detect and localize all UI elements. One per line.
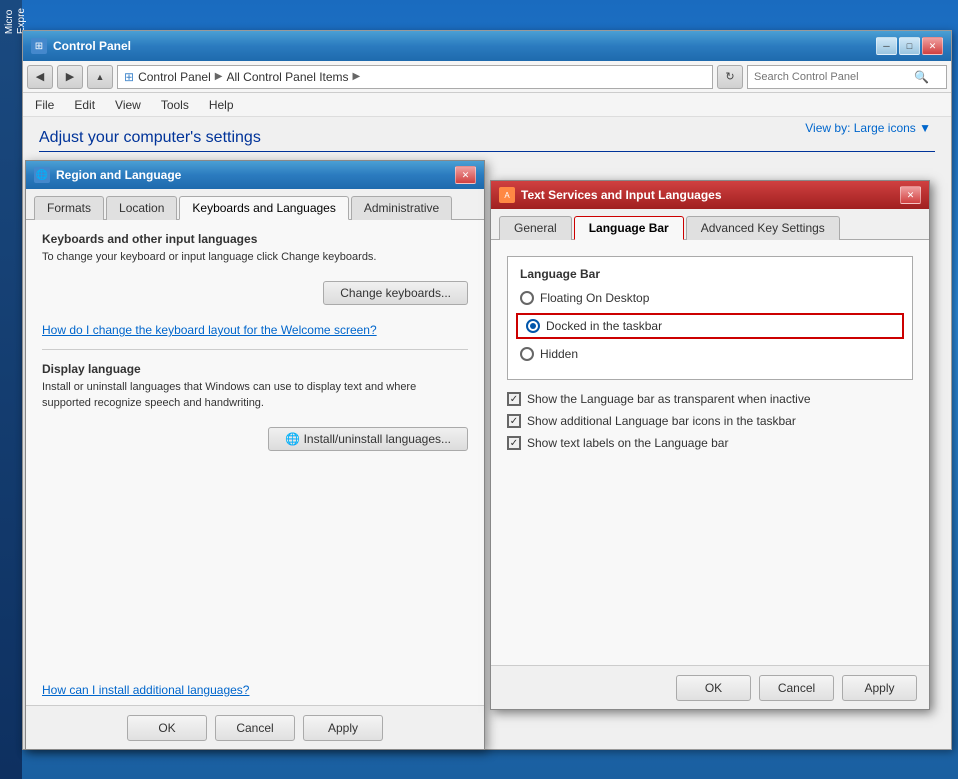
ts-tabs: General Language Bar Advanced Key Settin… — [491, 209, 929, 240]
region-icon: 🌐 — [34, 167, 50, 183]
tab-keyboards[interactable]: Keyboards and Languages — [179, 196, 348, 220]
view-by-label: View by: — [805, 121, 850, 135]
ts-footer: OK Cancel Apply — [491, 665, 929, 709]
cp-minimize-btn[interactable]: ─ — [876, 37, 897, 55]
welcome-screen-link[interactable]: How do I change the keyboard layout for … — [42, 323, 377, 337]
region-cancel-btn[interactable]: Cancel — [215, 715, 295, 741]
left-panel: Micro Expre — [0, 0, 22, 779]
radio-docked-circle[interactable] — [526, 319, 540, 333]
cp-title: Control Panel — [53, 39, 876, 53]
menu-file[interactable]: File — [31, 96, 58, 114]
region-tabs: Formats Location Keyboards and Languages… — [26, 189, 484, 220]
keyboards-section-desc: To change your keyboard or input languag… — [42, 250, 468, 265]
cp-addressbar: ◀ ▶ ▲ ⊞ Control Panel ▶ All Control Pane… — [23, 61, 951, 93]
display-lang-title: Display language — [42, 362, 468, 376]
keyboards-section-title: Keyboards and other input languages — [42, 232, 468, 246]
breadcrumb-part2[interactable]: All Control Panel Items — [226, 70, 348, 84]
ts-tab-language-bar[interactable]: Language Bar — [574, 216, 684, 240]
cp-maximize-btn[interactable]: □ — [899, 37, 920, 55]
cp-icon: ⊞ — [31, 38, 47, 54]
ts-icon: A — [499, 187, 515, 203]
cp-menubar: File Edit View Tools Help — [23, 93, 951, 117]
checkbox-additional-icons-label: Show additional Language bar icons in th… — [527, 414, 796, 428]
breadcrumb-part1[interactable]: Control Panel — [138, 70, 211, 84]
region-close-btn[interactable]: ✕ — [455, 166, 476, 184]
section-divider — [42, 349, 468, 350]
ts-apply-btn[interactable]: Apply — [842, 675, 917, 701]
radio-docked-container: Docked in the taskbar — [516, 313, 904, 339]
radio-floating[interactable]: Floating On Desktop — [520, 291, 900, 305]
radio-hidden-label: Hidden — [540, 347, 578, 361]
back-btn[interactable]: ◀ — [27, 65, 53, 89]
menu-tools[interactable]: Tools — [157, 96, 193, 114]
checkbox-additional-icons[interactable]: Show additional Language bar icons in th… — [507, 414, 913, 428]
cp-titlebar: ⊞ Control Panel ─ □ ✕ — [23, 31, 951, 61]
checkbox-transparent-box[interactable] — [507, 392, 521, 406]
checkbox-transparent-label: Show the Language bar as transparent whe… — [527, 392, 811, 406]
lang-bar-group-title: Language Bar — [520, 267, 900, 281]
change-keyboards-btn[interactable]: Change keyboards... — [323, 281, 468, 305]
region-title: Region and Language — [56, 168, 455, 182]
breadcrumb-arrow2: ▶ — [353, 71, 361, 82]
menu-view[interactable]: View — [111, 96, 145, 114]
radio-docked-label: Docked in the taskbar — [546, 319, 662, 333]
ts-tab-general[interactable]: General — [499, 216, 572, 240]
region-titlebar: 🌐 Region and Language ✕ — [26, 161, 484, 189]
menu-edit[interactable]: Edit — [70, 96, 99, 114]
checkbox-text-labels[interactable]: Show text labels on the Language bar — [507, 436, 913, 450]
cp-window-buttons: ─ □ ✕ — [876, 37, 943, 55]
region-apply-btn[interactable]: Apply — [303, 715, 383, 741]
view-by: View by: Large icons ▼ — [805, 121, 931, 135]
breadcrumb-arrow1: ▶ — [215, 71, 223, 82]
region-content: Keyboards and other input languages To c… — [26, 220, 484, 728]
checkbox-additional-icons-box[interactable] — [507, 414, 521, 428]
region-footer: OK Cancel Apply — [26, 705, 484, 749]
radio-floating-circle[interactable] — [520, 291, 534, 305]
checkbox-transparent[interactable]: Show the Language bar as transparent whe… — [507, 392, 913, 406]
radio-hidden-circle[interactable] — [520, 347, 534, 361]
search-input[interactable] — [754, 71, 914, 83]
cp-close-btn[interactable]: ✕ — [922, 37, 943, 55]
ts-content: Language Bar Floating On Desktop Docked … — [491, 240, 929, 688]
radio-docked[interactable]: Docked in the taskbar — [526, 319, 894, 333]
tab-formats[interactable]: Formats — [34, 196, 104, 220]
region-language-dialog: 🌐 Region and Language ✕ Formats Location… — [25, 160, 485, 750]
ts-ok-btn[interactable]: OK — [676, 675, 751, 701]
display-lang-desc: Install or uninstall languages that Wind… — [42, 380, 468, 411]
tab-location[interactable]: Location — [106, 196, 177, 220]
install-languages-btn[interactable]: 🌐 Install/uninstall languages... — [268, 427, 468, 451]
ts-close-btn[interactable]: ✕ — [900, 186, 921, 204]
language-bar-group: Language Bar Floating On Desktop Docked … — [507, 256, 913, 380]
cp-icon-small: ⊞ — [124, 70, 134, 84]
up-btn[interactable]: ▲ — [87, 65, 113, 89]
text-services-dialog: A Text Services and Input Languages ✕ Ge… — [490, 180, 930, 710]
refresh-btn[interactable]: ↻ — [717, 65, 743, 89]
region-ok-btn[interactable]: OK — [127, 715, 207, 741]
search-icon: 🔍 — [914, 70, 929, 84]
ts-title: Text Services and Input Languages — [521, 188, 900, 202]
checkbox-text-labels-label: Show text labels on the Language bar — [527, 436, 728, 450]
ts-tab-advanced-key[interactable]: Advanced Key Settings — [686, 216, 840, 240]
radio-hidden[interactable]: Hidden — [520, 347, 900, 361]
menu-help[interactable]: Help — [205, 96, 238, 114]
tab-administrative[interactable]: Administrative — [351, 196, 452, 220]
view-by-value[interactable]: Large icons ▼ — [854, 121, 931, 135]
ts-titlebar: A Text Services and Input Languages ✕ — [491, 181, 929, 209]
checkbox-text-labels-box[interactable] — [507, 436, 521, 450]
install-languages-link-container: How can I install additional languages? — [42, 683, 249, 697]
cp-heading: Adjust your computer's settings — [39, 129, 935, 152]
forward-btn[interactable]: ▶ — [57, 65, 83, 89]
install-additional-link[interactable]: How can I install additional languages? — [42, 683, 249, 697]
radio-floating-label: Floating On Desktop — [540, 291, 649, 305]
address-breadcrumb[interactable]: ⊞ Control Panel ▶ All Control Panel Item… — [117, 65, 713, 89]
ts-cancel-btn[interactable]: Cancel — [759, 675, 834, 701]
globe-icon: 🌐 — [285, 432, 300, 446]
search-box-container: 🔍 — [747, 65, 947, 89]
